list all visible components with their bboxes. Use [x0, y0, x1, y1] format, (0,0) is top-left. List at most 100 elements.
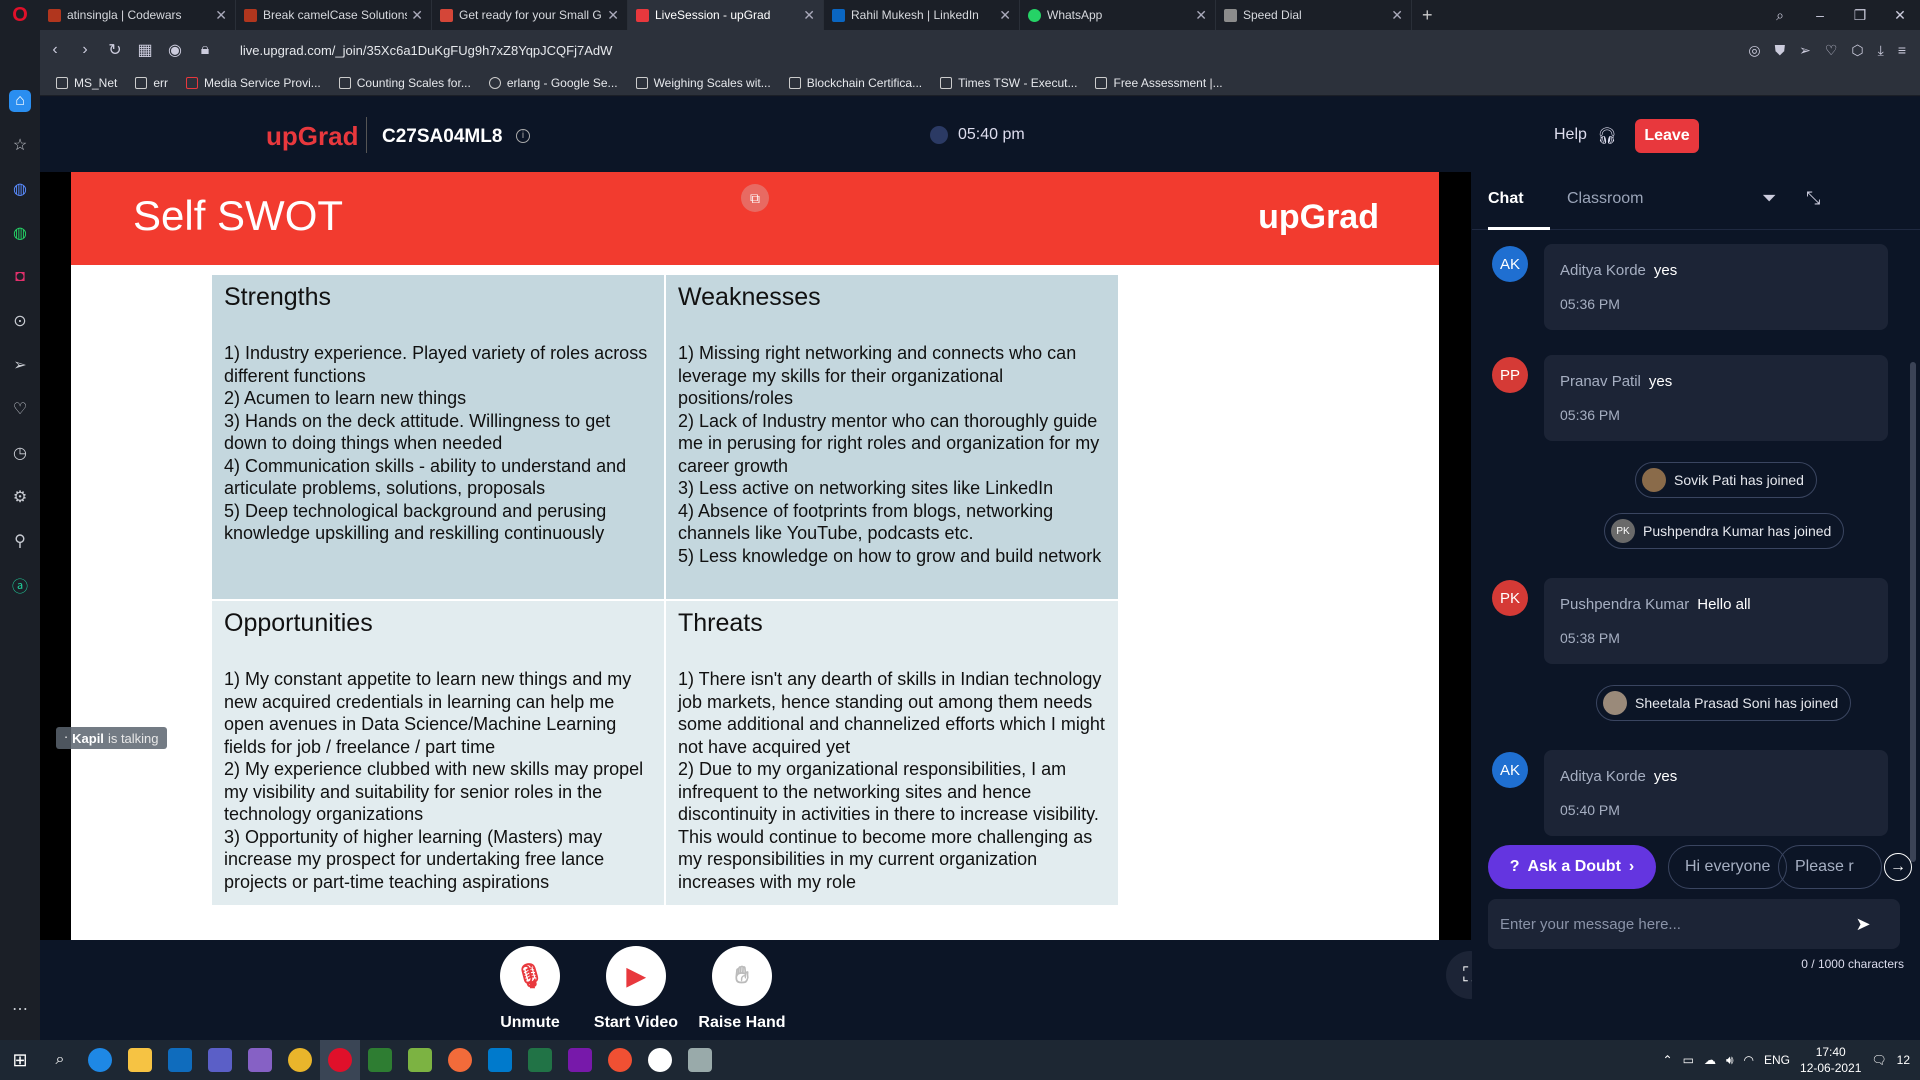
outlook-icon[interactable] [160, 1040, 200, 1080]
app-icon[interactable] [640, 1040, 680, 1080]
start-icon[interactable]: ⊞ [0, 1040, 40, 1080]
scroll-right-icon[interactable]: → [1884, 853, 1912, 881]
reload-icon[interactable]: ↻ [100, 40, 130, 60]
history-icon[interactable]: ◷ [9, 442, 31, 464]
bookmark-item[interactable]: Blockchain Certifica... [788, 76, 922, 90]
bookmark-item[interactable]: Free Assessment |... [1095, 76, 1223, 90]
close-window-icon[interactable]: ✕ [1880, 7, 1920, 24]
teams-icon[interactable] [200, 1040, 240, 1080]
messenger-icon[interactable]: ◍ [9, 178, 31, 200]
app-icon[interactable] [680, 1040, 720, 1080]
download-icon[interactable]: ⤓ [1878, 42, 1884, 59]
bookmark-item[interactable]: Weighing Scales wit... [635, 76, 771, 90]
bookmark-item[interactable]: Times TSW - Execut... [940, 76, 1077, 90]
browser-tab-active[interactable]: LiveSession - upGrad ✕ [628, 0, 824, 30]
collapse-icon[interactable]: ⤡ [1806, 188, 1820, 209]
opera-icon[interactable] [320, 1040, 360, 1080]
restore-icon[interactable]: ❐ [1840, 7, 1880, 24]
home-icon[interactable]: ⌂ [9, 90, 31, 112]
volume-icon[interactable]: 🔊︎ [1726, 1053, 1734, 1068]
settings-icon[interactable]: ⚙ [9, 486, 31, 508]
quick-reply-chip[interactable]: Hi everyone [1668, 845, 1788, 889]
new-tab-icon[interactable]: + [1422, 5, 1433, 26]
minimize-icon[interactable]: – [1800, 7, 1840, 24]
browser-tab[interactable]: atinsingla | Codewars ✕ [40, 0, 236, 30]
star-icon[interactable]: ☆ [9, 134, 31, 156]
close-tab-icon[interactable]: ✕ [1391, 7, 1403, 24]
menu-icon[interactable]: ≡ [1898, 42, 1906, 59]
quick-reply-chip[interactable]: Please r [1778, 845, 1882, 889]
close-tab-icon[interactable]: ✕ [803, 7, 815, 24]
heart-icon[interactable]: ♡ [9, 398, 31, 420]
postman-icon[interactable] [440, 1040, 480, 1080]
instagram-icon[interactable]: ◘ [9, 266, 31, 288]
taskbar-clock[interactable]: 17:40 12-06-2021 [1800, 1044, 1861, 1076]
snipping-tool-icon[interactable] [360, 1040, 400, 1080]
chat-message-input[interactable] [1488, 899, 1900, 949]
notification-icon[interactable]: 🗨︎ [1871, 1053, 1886, 1067]
ask-doubt-button[interactable]: ? Ask a Doubt › [1488, 845, 1656, 889]
cube-icon[interactable]: ⬡ [1851, 42, 1863, 59]
more-icon[interactable]: ⋯ [9, 998, 31, 1020]
close-tab-icon[interactable]: ✕ [215, 7, 227, 24]
language-indicator[interactable]: ENG [1764, 1053, 1790, 1067]
tab-chat[interactable]: Chat [1488, 190, 1524, 208]
close-tab-icon[interactable]: ✕ [411, 7, 423, 24]
opera-logo-icon[interactable]: O [0, 0, 40, 30]
chevron-up-icon[interactable]: ⌃ [1663, 1053, 1673, 1067]
message-time: 05:38 PM [1560, 630, 1620, 646]
vscode-icon[interactable] [480, 1040, 520, 1080]
tab-grid-icon[interactable]: ▦ [130, 40, 160, 60]
vpn-icon[interactable]: ◉ [160, 40, 190, 60]
help-button[interactable]: Help 🎧︎ [1554, 126, 1617, 146]
raise-hand-button[interactable]: ✋︎ Raise Hand [692, 946, 792, 1032]
leave-button[interactable]: Leave [1635, 119, 1699, 153]
shield-icon[interactable]: ⛊ [1775, 42, 1786, 59]
notepad-icon[interactable] [400, 1040, 440, 1080]
close-tab-icon[interactable]: ✕ [1195, 7, 1207, 24]
heart-icon[interactable]: ♡ [1825, 42, 1838, 59]
search-icon[interactable]: ⌕ [40, 1040, 80, 1080]
git-icon[interactable] [600, 1040, 640, 1080]
chrome-icon[interactable] [280, 1040, 320, 1080]
bookmark-item[interactable]: Counting Scales for... [338, 76, 471, 90]
browser-tab[interactable]: Speed Dial ✕ [1216, 0, 1412, 30]
browser-tab[interactable]: Get ready for your Small G ✕ [432, 0, 628, 30]
send-icon[interactable]: ➢ [9, 354, 31, 376]
info-icon[interactable]: i [516, 129, 530, 143]
file-explorer-icon[interactable] [120, 1040, 160, 1080]
start-video-button[interactable]: ▶︎ Start Video [586, 946, 686, 1032]
chat-scrollbar[interactable] [1910, 362, 1916, 862]
close-tab-icon[interactable]: ✕ [999, 7, 1011, 24]
browser-tab[interactable]: WhatsApp ✕ [1020, 0, 1216, 30]
player-icon[interactable]: ⊙ [9, 310, 31, 332]
visual-studio-icon[interactable] [240, 1040, 280, 1080]
browser-tab[interactable]: Rahil Mukesh | LinkedIn ✕ [824, 0, 1020, 30]
whatsapp-icon[interactable]: ◍ [9, 222, 31, 244]
close-tab-icon[interactable]: ✕ [607, 7, 619, 24]
bookmark-item[interactable]: MS_Net [56, 76, 117, 90]
unmute-button[interactable]: 🎙︎ Unmute [480, 946, 580, 1032]
bookmark-item[interactable]: erlang - Google Se... [488, 76, 618, 90]
extension-icon[interactable]: ⓐ [9, 574, 31, 596]
onenote-icon[interactable] [560, 1040, 600, 1080]
search-tabs-icon[interactable]: ⌕ [1760, 7, 1800, 24]
popout-icon[interactable]: ⧉ [741, 184, 769, 212]
filter-icon[interactable]: ⏷ [1762, 188, 1776, 209]
bookmark-item[interactable]: Media Service Provi... [186, 76, 321, 90]
bookmark-item[interactable]: err [135, 76, 168, 90]
send-icon[interactable]: ➢ [1799, 42, 1811, 59]
url-field[interactable]: live.upgrad.com/_join/35Xc6a1DuKgFUg9h7x… [240, 43, 612, 58]
excel-icon[interactable] [520, 1040, 560, 1080]
camera-icon[interactable]: ◎ [1748, 42, 1760, 59]
lightbulb-icon[interactable]: ⚲ [9, 530, 31, 552]
wifi-icon[interactable]: ◠ [1744, 1053, 1754, 1067]
tab-classroom[interactable]: Classroom [1567, 190, 1643, 208]
send-icon[interactable]: ➤ [1848, 909, 1878, 939]
forward-icon[interactable]: › [70, 41, 100, 59]
browser-tab[interactable]: Break camelCase Solutions ✕ [236, 0, 432, 30]
battery-icon[interactable]: ▭ [1683, 1053, 1694, 1067]
back-icon[interactable]: ‹ [40, 41, 70, 59]
edge-icon[interactable] [80, 1040, 120, 1080]
onedrive-icon[interactable]: ☁ [1704, 1053, 1716, 1067]
